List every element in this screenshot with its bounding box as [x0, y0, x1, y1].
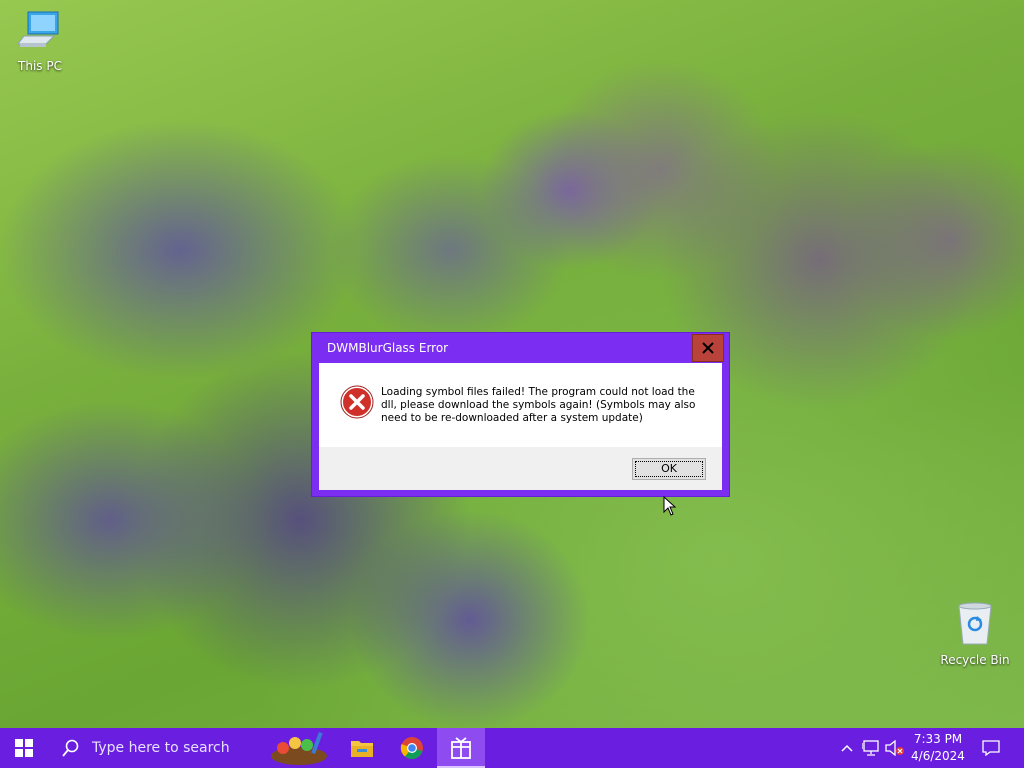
dialog-titlebar[interactable]: DWMBlurGlass Error [312, 333, 729, 363]
close-button[interactable] [692, 334, 724, 362]
network-icon [862, 740, 879, 756]
action-center-button[interactable] [980, 728, 1002, 768]
chrome-icon [400, 737, 423, 759]
dialog-footer: OK [319, 447, 722, 490]
recycle-bin-icon[interactable]: Recycle Bin [935, 602, 1015, 667]
windows-logo-icon [15, 739, 33, 757]
volume-muted-icon [885, 740, 904, 756]
error-icon [340, 385, 374, 419]
dialog-body: Loading symbol files failed! The program… [319, 363, 722, 516]
taskbar-search[interactable]: Type here to search [48, 728, 258, 768]
ok-button[interactable]: OK [632, 458, 706, 480]
this-pc-label: This PC [18, 59, 62, 73]
file-explorer-button[interactable] [340, 728, 384, 768]
paint-app-icon [271, 731, 327, 765]
taskbar-clock[interactable]: 7:33 PM 4/6/2024 [906, 731, 970, 765]
app-icon [451, 737, 471, 759]
network-button[interactable] [860, 728, 882, 768]
dialog-title: DWMBlurGlass Error [327, 341, 449, 355]
clock-date: 4/6/2024 [911, 749, 965, 763]
search-placeholder: Type here to search [92, 740, 230, 756]
chrome-button[interactable] [390, 728, 434, 768]
mouse-cursor-icon [663, 496, 677, 516]
volume-button[interactable] [884, 728, 906, 768]
trash-icon [958, 602, 992, 645]
recycle-bin-label: Recycle Bin [940, 653, 1010, 667]
error-dialog: DWMBlurGlass Error Loading symbol files … [311, 332, 730, 516]
paint-app-button[interactable] [266, 728, 336, 768]
this-pc-icon[interactable]: This PC [0, 10, 80, 73]
file-explorer-icon [351, 741, 373, 757]
close-icon [702, 342, 714, 354]
search-icon [62, 739, 79, 757]
taskbar: Type here to search 7:33 PM 4/6/2024 [0, 728, 1024, 768]
clock-time: 7:33 PM [913, 732, 963, 746]
error-message: Loading symbol files failed! The program… [381, 386, 696, 424]
start-button[interactable] [0, 728, 48, 768]
chevron-up-icon [841, 744, 853, 752]
show-hidden-icons-button[interactable] [836, 728, 858, 768]
computer-icon [17, 11, 59, 47]
active-app-button[interactable] [437, 728, 485, 768]
notification-icon [982, 740, 1000, 756]
